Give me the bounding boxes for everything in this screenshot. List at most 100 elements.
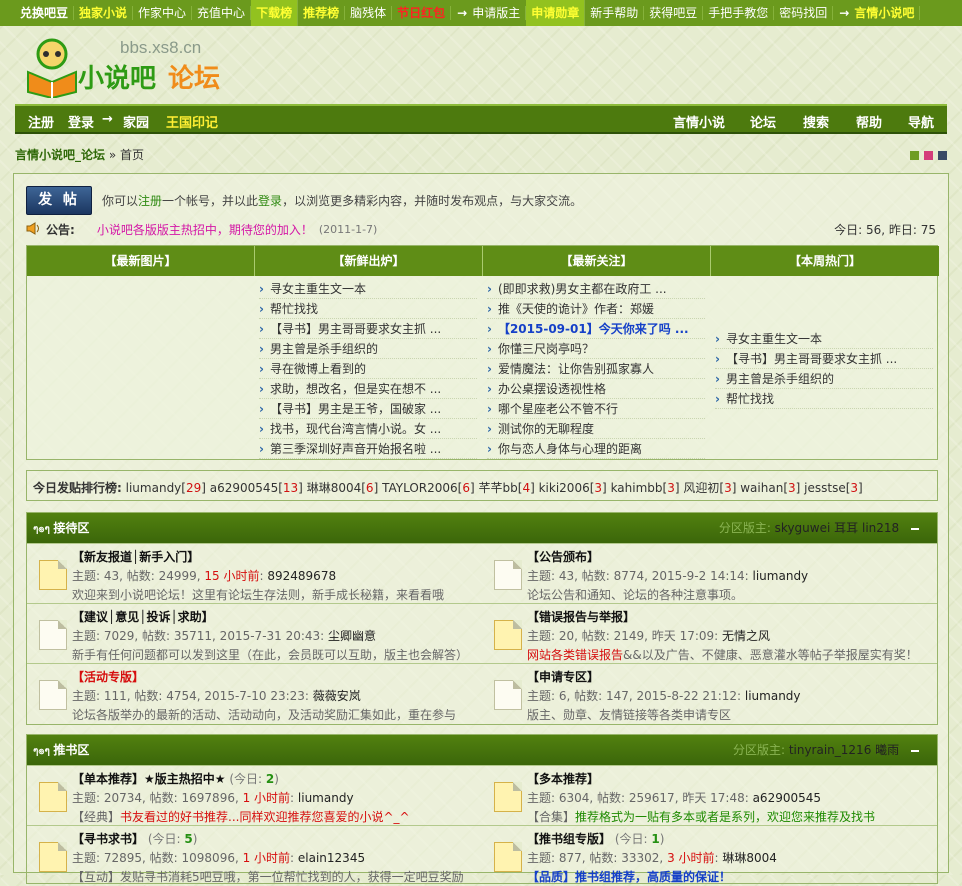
- ranking-user[interactable]: 芊芊bb: [479, 481, 518, 495]
- last-post-user[interactable]: liumandy: [298, 791, 354, 805]
- fresh-list-item[interactable]: 男主曾是杀手组织的: [259, 339, 477, 359]
- fresh-list-item[interactable]: 寻在微博上看到的: [259, 359, 477, 379]
- topbar-link-9[interactable]: 申请勋章: [526, 0, 586, 26]
- section-title[interactable]: 推书区: [53, 743, 89, 757]
- tab-latest-images[interactable]: 【最新图片】: [27, 246, 255, 276]
- fresh-list-item[interactable]: 寻女主重生文一本: [259, 279, 477, 299]
- ranking-user[interactable]: 琳琳8004: [307, 481, 362, 495]
- last-post-user[interactable]: 892489678: [267, 569, 336, 583]
- moderator-link[interactable]: skyguwei: [775, 521, 831, 535]
- focus-list-item[interactable]: 推《天使的诡计》作者：郑媛: [487, 299, 705, 319]
- theme-green-swatch[interactable]: [910, 151, 919, 160]
- moderator-link[interactable]: lin218: [862, 521, 899, 535]
- last-post-user[interactable]: 尘卿幽意: [328, 629, 376, 643]
- post-button[interactable]: 发 帖: [26, 186, 92, 215]
- forum-name[interactable]: 【多本推荐】: [527, 770, 599, 787]
- topbar-link-13[interactable]: 密码找回: [774, 6, 834, 20]
- moderator-link[interactable]: 耳耳: [834, 521, 858, 535]
- hot-list-item[interactable]: 男主曾是杀手组织的: [715, 369, 933, 389]
- forum-title[interactable]: 【申请专区】: [527, 670, 599, 684]
- focus-list-item[interactable]: 哪个星座老公不管不行: [487, 399, 705, 419]
- topbar-link-5[interactable]: 推荐榜: [298, 6, 346, 20]
- fresh-list-item[interactable]: 帮忙找找: [259, 299, 477, 319]
- fresh-list-item[interactable]: 【寻书】男主哥哥要求女主抓 ...: [259, 319, 477, 339]
- nav-search[interactable]: 搜索: [803, 112, 829, 131]
- forum-title[interactable]: 【新友报道│新手入门】: [72, 550, 199, 564]
- announcement-link[interactable]: 小说吧各版版主热招中，期待您的加入！: [97, 221, 313, 238]
- forum-name[interactable]: 【建议│意见│投诉│求助】: [72, 608, 214, 625]
- forum-title[interactable]: 【寻书求书】: [72, 832, 144, 846]
- nav-home[interactable]: 家园: [123, 112, 149, 131]
- ranking-user[interactable]: a62900545: [210, 481, 278, 495]
- site-logo[interactable]: bbs.xs8.cn 小说吧 论坛: [22, 36, 242, 98]
- fresh-list-item[interactable]: 找书，现代台湾言情小说。女 ...: [259, 419, 477, 439]
- ranking-user[interactable]: liumandy: [126, 481, 182, 495]
- forum-name[interactable]: 【单本推荐】★版主热招中★ (今日: 2): [72, 770, 279, 787]
- topbar-link-7[interactable]: 节日红包: [392, 6, 452, 20]
- forum-title[interactable]: 【单本推荐】★版主热招中★: [72, 772, 226, 786]
- intro-login-link[interactable]: 登录: [258, 194, 282, 208]
- focus-list-item[interactable]: 爱情魔法：让你告别孤家寡人: [487, 359, 705, 379]
- forum-title[interactable]: 【推书组专版】: [527, 832, 611, 846]
- topbar-link-6[interactable]: 脑残体: [345, 6, 393, 20]
- forum-name[interactable]: 【错误报告与举报】: [527, 608, 635, 625]
- last-post-user[interactable]: a62900545: [753, 791, 821, 805]
- forum-name[interactable]: 【公告颁布】: [527, 548, 599, 565]
- ranking-user[interactable]: jesstse: [804, 481, 846, 495]
- breadcrumb-site[interactable]: 言情小说吧_论坛: [15, 148, 105, 162]
- focus-list-item[interactable]: 你懂三尺岗亭吗？: [487, 339, 705, 359]
- nav-guide[interactable]: 导航: [908, 112, 934, 131]
- fresh-list-item[interactable]: 求助，想改名，但是实在想不 ...: [259, 379, 477, 399]
- topbar-link-14[interactable]: 言情小说吧: [849, 6, 921, 20]
- ranking-user[interactable]: waihan: [740, 481, 783, 495]
- nav-login[interactable]: 登录: [68, 112, 94, 131]
- topbar-link-10[interactable]: 新手帮助: [585, 6, 645, 20]
- topbar-link-4[interactable]: 下载榜: [251, 0, 299, 26]
- last-post-user[interactable]: elain12345: [298, 851, 365, 865]
- last-post-user[interactable]: liumandy: [745, 689, 801, 703]
- last-post-user[interactable]: 无情之风: [722, 629, 770, 643]
- nav-romance[interactable]: 言情小说: [673, 112, 725, 131]
- fresh-list-item[interactable]: 第三季深圳好声音开始报名啦 ...: [259, 439, 477, 459]
- tab-focus[interactable]: 【最新关注】: [483, 246, 711, 276]
- topbar-link-0[interactable]: 兑换吧豆: [15, 6, 75, 20]
- moderator-link[interactable]: tinyrain_1216: [789, 743, 872, 757]
- collapse-icon[interactable]: [911, 527, 919, 530]
- forum-name[interactable]: 【新友报道│新手入门】: [72, 548, 199, 565]
- nav-forum[interactable]: 论坛: [750, 112, 776, 131]
- last-post-user[interactable]: liumandy: [753, 569, 809, 583]
- section-title[interactable]: 接待区: [53, 521, 89, 535]
- topbar-link-8[interactable]: 申请版主: [467, 6, 527, 20]
- topbar-link-2[interactable]: 作家中心: [133, 6, 193, 20]
- forum-title[interactable]: 【活动专版】: [72, 670, 144, 684]
- last-post-user[interactable]: 琳琳8004: [722, 851, 777, 865]
- topbar-link-11[interactable]: 获得吧豆: [644, 6, 704, 20]
- forum-name[interactable]: 【申请专区】: [527, 668, 599, 685]
- moderator-link[interactable]: 曦雨: [875, 743, 899, 757]
- forum-title[interactable]: 【错误报告与举报】: [527, 610, 635, 624]
- topbar-link-12[interactable]: 手把手教您: [703, 6, 775, 20]
- hot-list-item[interactable]: 【寻书】男主哥哥要求女主抓 ...: [715, 349, 933, 369]
- focus-list-item[interactable]: 【2015-09-01】今天你来了吗 ...: [487, 319, 705, 339]
- ranking-user[interactable]: TAYLOR2006: [382, 481, 458, 495]
- focus-list-item[interactable]: (即即求救)男女主都在政府工 ...: [487, 279, 705, 299]
- forum-name[interactable]: 【活动专版】: [72, 668, 144, 685]
- intro-register-link[interactable]: 注册: [138, 194, 162, 208]
- hot-list-item[interactable]: 寻女主重生文一本: [715, 329, 933, 349]
- forum-name[interactable]: 【寻书求书】 (今日: 5): [72, 830, 197, 847]
- nav-register[interactable]: 注册: [28, 112, 54, 131]
- last-post-user[interactable]: 薇薇安岚: [313, 689, 361, 703]
- forum-name[interactable]: 【推书组专版】 (今日: 1): [527, 830, 664, 847]
- topbar-link-1[interactable]: 独家小说: [74, 6, 134, 20]
- ranking-user[interactable]: 风迎初: [683, 481, 719, 495]
- theme-pink-swatch[interactable]: [924, 151, 933, 160]
- topbar-link-3[interactable]: 充值中心: [192, 6, 252, 20]
- focus-list-item[interactable]: 办公桌摆设透视性格: [487, 379, 705, 399]
- ranking-user[interactable]: kahimbb: [611, 481, 663, 495]
- forum-title[interactable]: 【建议│意见│投诉│求助】: [72, 610, 214, 624]
- theme-navy-swatch[interactable]: [938, 151, 947, 160]
- focus-list-item[interactable]: 测试你的无聊程度: [487, 419, 705, 439]
- nav-mark[interactable]: 王国印记: [166, 112, 218, 131]
- nav-help[interactable]: 帮助: [856, 112, 882, 131]
- tab-fresh[interactable]: 【新鲜出炉】: [255, 246, 483, 276]
